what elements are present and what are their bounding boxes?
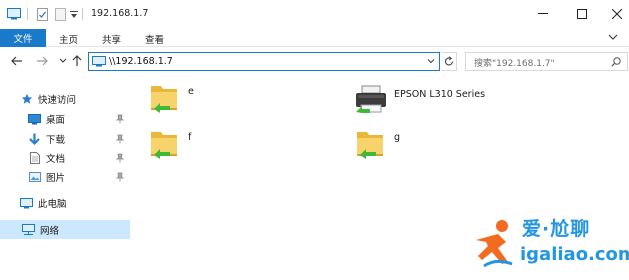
nav-downloads[interactable]: 下载 [28,130,118,148]
desktop-icon [28,113,41,126]
navigation-pane: 快速访问 桌面 下载 文档 图片 此电脑 网络 [0,76,130,280]
pin-icon[interactable] [115,153,125,163]
network-location-icon [92,56,106,70]
nav-label: 图片 [46,173,66,184]
shared-folder-icon [357,132,383,159]
refresh-icon [444,56,453,66]
address-path: \\192.168.1.7 [109,56,173,67]
tab-file[interactable]: 文件 [0,29,46,47]
explorer-icon[interactable] [6,7,22,21]
item-name: e [188,86,194,97]
nav-this-pc[interactable]: 此电脑 [20,194,130,212]
nav-label: 文档 [46,154,66,165]
customize-toolbar-icon[interactable] [69,7,79,21]
picture-icon [28,171,41,184]
pin-icon[interactable] [115,114,125,124]
shared-folder-icon [151,132,177,159]
nav-label: 下载 [46,135,66,146]
nav-label: 此电脑 [38,199,67,210]
watermark-cn-text: 爱·尬聊 [522,218,591,240]
new-folder-icon[interactable] [53,7,67,21]
forward-button[interactable] [35,53,49,69]
printer-icon [356,85,386,113]
watermark-en-text: igaliao.com [520,244,629,265]
address-row: \\192.168.1.7 搜索"192.168.1.7" [0,48,629,76]
folder-item-e[interactable]: e [148,82,194,116]
nav-network[interactable]: 网络 [0,220,130,239]
back-button[interactable] [10,53,24,69]
pin-icon[interactable] [115,134,125,144]
folder-item-g[interactable]: g [354,128,400,162]
up-button[interactable] [71,53,83,69]
search-placeholder: 搜索"192.168.1.7" [474,59,555,69]
properties-icon[interactable] [35,7,49,21]
nav-documents[interactable]: 文档 [28,149,118,167]
item-name: f [188,132,192,143]
separator-icon [24,7,32,21]
download-arrow-icon [28,133,41,146]
title-separator [82,8,83,20]
network-icon [22,223,35,236]
star-icon [20,93,33,106]
nav-pictures[interactable]: 图片 [28,168,118,186]
nav-label: 桌面 [46,115,66,126]
nav-label: 网络 [40,225,60,237]
tab-view[interactable]: 查看 [145,32,164,46]
item-name: g [394,132,401,143]
shared-folder-icon [151,86,177,113]
pin-icon[interactable] [115,172,125,182]
recent-locations-button[interactable] [58,53,68,69]
document-icon [28,152,41,165]
chevron-down-icon[interactable] [608,32,618,42]
folder-item-f[interactable]: f [148,128,191,162]
nav-desktop[interactable]: 桌面 [28,110,118,128]
printer-item-epson[interactable]: EPSON L310 Series [354,85,485,117]
minimize-button[interactable] [533,6,553,22]
address-bar[interactable]: \\192.168.1.7 [88,52,440,71]
watermark: 爱·尬聊 igaliao.com [470,210,629,280]
runner-logo-icon [476,220,513,268]
tab-share[interactable]: 共享 [102,32,121,46]
title-bar: 192.168.1.7 [0,0,629,29]
window-title: 192.168.1.7 [91,8,149,19]
chevron-down-icon[interactable] [426,56,436,66]
item-name: EPSON L310 Series [394,89,486,100]
maximize-button[interactable] [572,6,592,22]
refresh-button[interactable] [441,52,457,71]
nav-quick-access[interactable]: 快速访问 [20,90,130,108]
tab-home[interactable]: 主页 [59,32,78,46]
search-icon [611,57,621,67]
computer-icon [20,197,33,210]
nav-label: 快速访问 [38,95,77,106]
search-input[interactable]: 搜索"192.168.1.7" [465,52,628,71]
close-button[interactable] [607,6,627,22]
ribbon-tabs: 文件 主页 共享 查看 [0,29,629,47]
